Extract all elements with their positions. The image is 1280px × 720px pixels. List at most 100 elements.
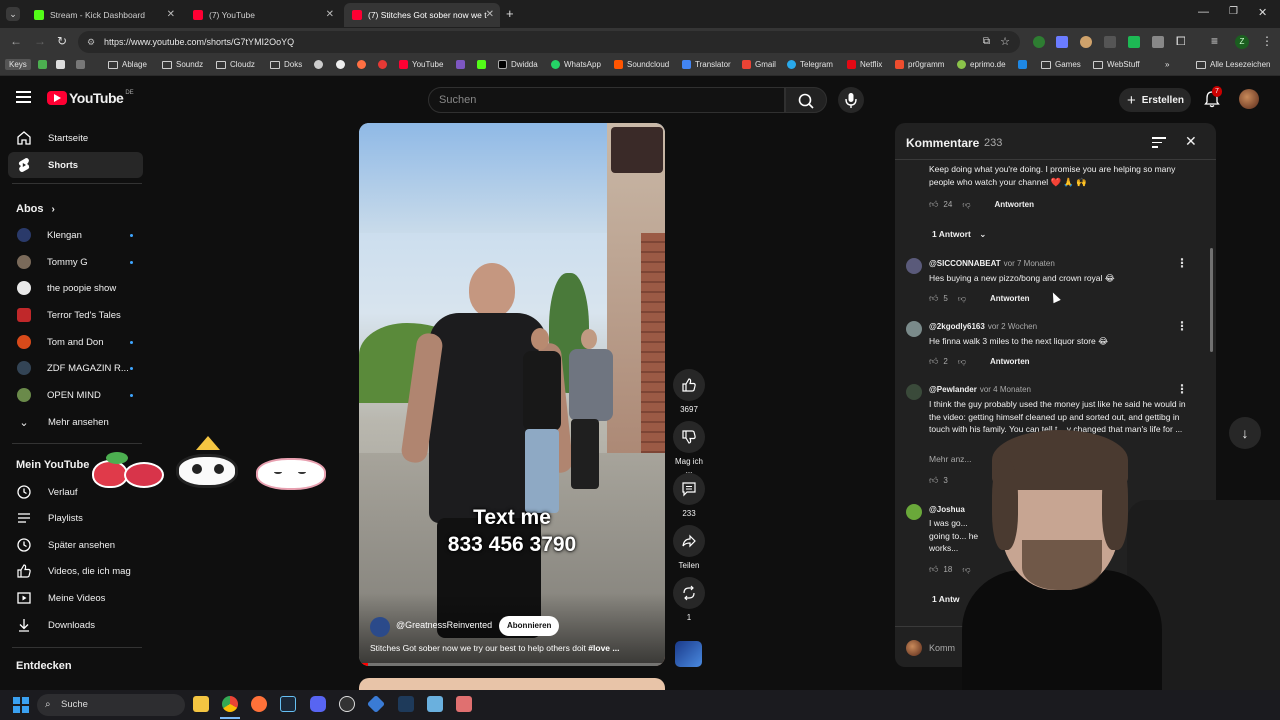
notepad-icon[interactable] <box>427 696 443 712</box>
dislike-button[interactable]: Mag ich ... <box>672 421 706 475</box>
thumb-up-icon[interactable]: 👍︎ <box>929 475 938 486</box>
reply-button[interactable]: Antworten <box>990 294 1030 303</box>
address-bar[interactable]: ⚙ https://www.youtube.com/shorts/G7tYMI2… <box>78 31 1020 53</box>
replies-toggle[interactable]: 1 Antwort ⌄ <box>932 229 986 240</box>
forward-icon[interactable]: → <box>34 34 46 48</box>
search-input[interactable]: Suchen <box>428 87 785 113</box>
comment-menu-icon[interactable]: ⋮ <box>1176 319 1188 333</box>
bookmark-icon-only[interactable] <box>357 60 370 69</box>
commenter-avatar[interactable] <box>906 258 922 274</box>
video-title[interactable]: Stitches Got sober now we try our best t… <box>370 643 660 653</box>
subscribe-button[interactable]: Abonnieren <box>499 616 560 636</box>
install-icon[interactable]: ⧉ <box>983 31 990 53</box>
thumb-up-icon[interactable]: 👍︎ <box>929 564 938 575</box>
sidebar-item-klengan[interactable]: Klengan <box>8 222 143 248</box>
bookmark-youtube[interactable]: YouTube <box>399 60 443 69</box>
sidebar-show-more[interactable]: ⌄ Mehr ansehen <box>8 409 143 435</box>
bookmark-icon-only[interactable] <box>1018 60 1031 69</box>
search-button[interactable] <box>785 87 827 113</box>
voice-search-button[interactable] <box>838 87 864 113</box>
restore-icon[interactable]: ❐ <box>1229 6 1238 17</box>
sidebar-item-downloads[interactable]: Downloads <box>8 612 143 638</box>
bookmark-icon-only[interactable] <box>38 60 51 69</box>
sidebar-item-shorts[interactable]: Shorts <box>8 152 143 178</box>
tab-youtube[interactable]: (7) YouTube ✕ <box>185 3 340 27</box>
thumb-down-icon[interactable]: 👎︎ <box>958 294 966 304</box>
apps-grid-icon[interactable] <box>76 60 89 69</box>
comment-menu-icon[interactable]: ⋮ <box>1176 382 1188 396</box>
sidebar-item-home[interactable]: Startseite <box>8 125 143 151</box>
thumb-up-icon[interactable]: 👍︎ <box>929 199 938 210</box>
bookmark-soundz[interactable]: Soundz <box>162 60 203 69</box>
bookmark-games[interactable]: Games <box>1041 60 1081 69</box>
firefox-icon[interactable] <box>251 696 267 712</box>
notifications-button[interactable]: 7 <box>1204 86 1222 113</box>
bookmark-cloudz[interactable]: Cloudz <box>216 60 255 69</box>
app-icon[interactable] <box>398 696 414 712</box>
close-tab-icon[interactable]: ✕ <box>167 9 175 20</box>
bookmark-icon-only[interactable] <box>336 60 349 69</box>
account-avatar[interactable] <box>1239 89 1259 109</box>
extension-icon[interactable] <box>1104 36 1116 48</box>
app-icon[interactable] <box>366 694 386 714</box>
bookmark-all[interactable]: Alle Lesezeichen <box>1196 60 1270 69</box>
thumb-up-icon[interactable]: 👍︎ <box>929 293 938 304</box>
sound-thumbnail[interactable] <box>675 641 702 667</box>
close-tab-icon[interactable]: ✕ <box>486 9 494 20</box>
comment-author[interactable]: @Pewlander <box>929 385 977 394</box>
bookmark-telegram[interactable]: Telegram <box>787 60 833 69</box>
extensions-puzzle-icon[interactable]: ⧠ <box>1176 34 1186 49</box>
reply-button[interactable]: Antworten <box>990 357 1030 366</box>
close-window-icon[interactable]: ✕ <box>1258 6 1267 19</box>
commenter-avatar[interactable] <box>906 504 922 520</box>
minimize-icon[interactable]: — <box>1198 6 1209 18</box>
bookmark-doks[interactable]: Doks <box>270 60 302 69</box>
you-heading[interactable]: Mein YouTube <box>16 459 89 471</box>
bookmark-whatsapp[interactable]: WhatsApp <box>551 60 601 69</box>
bookmark-keys[interactable]: Keys <box>5 59 31 70</box>
extension-icon[interactable] <box>1033 36 1045 48</box>
subscriptions-heading[interactable]: Abos › <box>16 203 55 215</box>
commenter-avatar[interactable] <box>906 384 922 400</box>
bookmark-webstuff[interactable]: WebStuff <box>1093 60 1140 69</box>
obs-icon[interactable] <box>339 696 355 712</box>
bookmark-eprimo[interactable]: eprimo.de <box>957 60 1006 69</box>
bookmark-dwidda[interactable]: Dwidda <box>498 60 538 69</box>
bookmark-star-icon[interactable]: ☆ <box>1000 31 1010 53</box>
file-explorer-icon[interactable] <box>193 696 209 712</box>
bookmark-soundcloud[interactable]: Soundcloud <box>614 60 669 69</box>
youtube-logo[interactable]: YouTube DE <box>47 90 134 106</box>
sidebar-item-tommy-g[interactable]: Tommy G <box>8 249 143 275</box>
bookmark-netflix[interactable]: Netflix <box>847 60 882 69</box>
windows-start-icon[interactable] <box>13 697 29 713</box>
tab-stitches-short[interactable]: (7) Stitches Got sober now we t ✕ <box>344 3 500 27</box>
chrome-icon[interactable] <box>222 696 238 712</box>
create-button[interactable]: + Erstellen <box>1119 88 1191 112</box>
sidebar-item-poopie-show[interactable]: the poopie show <box>8 275 143 301</box>
bookmark-translator[interactable]: Translator <box>682 60 731 69</box>
comment-author[interactable]: @SICCONNABEAT <box>929 259 1001 268</box>
extension-icon[interactable] <box>1080 36 1092 48</box>
bookmark-icon-only[interactable] <box>477 60 490 69</box>
thumb-down-icon[interactable]: 👎︎ <box>958 357 966 367</box>
browser-menu-icon[interactable]: ⋮ <box>1261 34 1273 48</box>
channel-name[interactable]: @GreatnessReinvented <box>396 620 492 630</box>
tab-search-icon[interactable]: ⌄ <box>6 7 20 21</box>
sidebar-item-playlists[interactable]: Playlists <box>8 505 143 531</box>
comment-menu-icon[interactable]: ⋮ <box>1176 256 1188 270</box>
bookmark-icon-only[interactable] <box>456 60 469 69</box>
commenter-avatar[interactable] <box>906 321 922 337</box>
next-short-preview[interactable] <box>359 678 665 690</box>
sidebar-item-liked-videos[interactable]: Videos, die ich mag <box>8 558 143 584</box>
thumb-down-icon[interactable]: 👎︎ <box>962 200 970 210</box>
bookmark-icon-only[interactable] <box>314 60 327 69</box>
sidebar-item-terror-teds-tales[interactable]: Terror Ted's Tales <box>8 302 143 328</box>
sidebar-item-tom-and-don[interactable]: Tom and Don <box>8 329 143 355</box>
tab-kick-dashboard[interactable]: Stream - Kick Dashboard ✕ <box>26 3 181 27</box>
remix-button[interactable]: 1 <box>672 577 706 622</box>
sort-comments-icon[interactable] <box>1152 137 1166 148</box>
extension-icon[interactable] <box>1152 36 1164 48</box>
like-button[interactable]: 3697 <box>672 369 706 414</box>
bookmark-ablage[interactable]: Ablage <box>108 60 147 69</box>
sidebar-item-zdf-magazin[interactable]: ZDF MAGAZIN R... <box>8 355 143 381</box>
